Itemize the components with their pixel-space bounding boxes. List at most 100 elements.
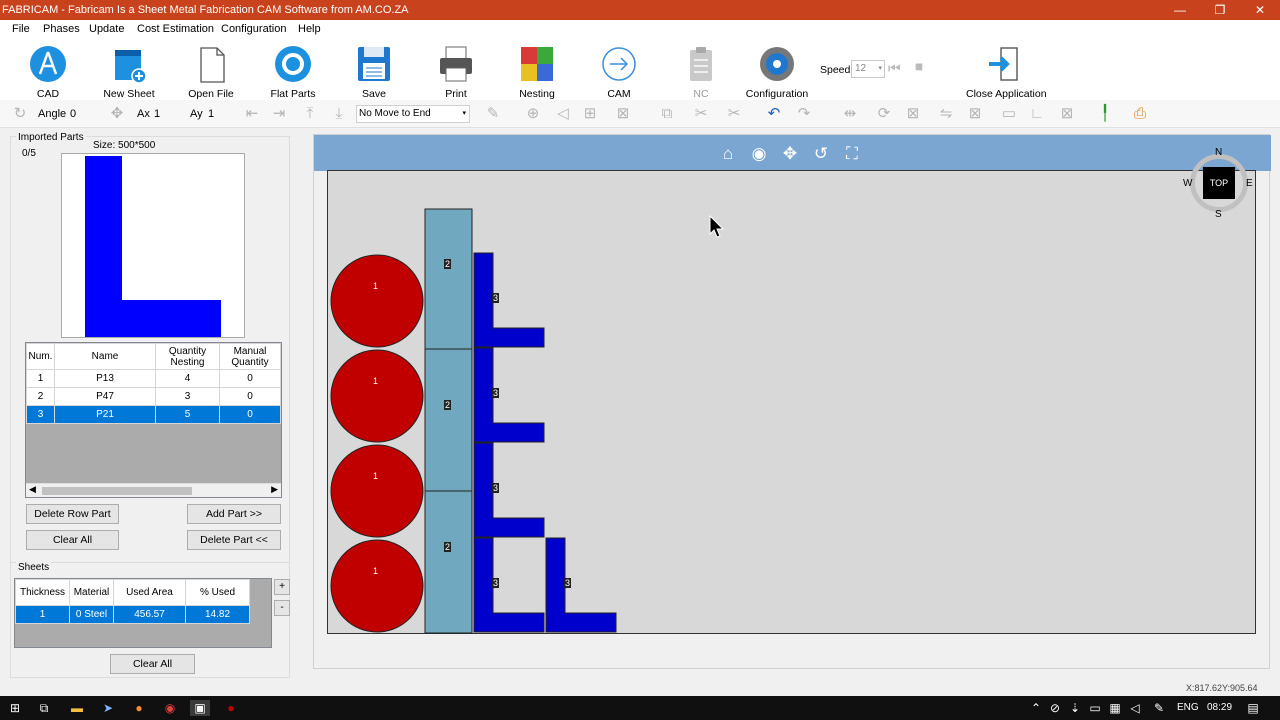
add-sheet-button[interactable]: + (274, 579, 290, 595)
language-indicator[interactable]: ENG (1177, 702, 1199, 713)
tray-up-icon[interactable]: ⌃ (1027, 700, 1045, 716)
cad-button[interactable]: CAD (13, 42, 83, 100)
menu-help[interactable]: Help (298, 23, 321, 35)
export-icon[interactable]: ⎙ (1130, 105, 1150, 123)
add-part-button[interactable]: Add Part >> (187, 504, 281, 524)
color-icon[interactable]: ╿ (1095, 105, 1115, 123)
frame-tool-icon[interactable]: ⊞ (580, 105, 600, 123)
clear-all-parts-button[interactable]: Clear All (26, 530, 119, 550)
undo-icon[interactable]: ↶ (764, 105, 784, 123)
menu-update[interactable]: Update (89, 23, 124, 35)
redo-icon[interactable]: ↷ (794, 105, 814, 123)
file-explorer-icon[interactable]: ▬ (68, 700, 86, 716)
scissors-icon[interactable]: ✂ (691, 105, 711, 123)
windows-start-icon[interactable]: ⊞ (6, 700, 24, 716)
remove-sheet-button[interactable]: - (274, 600, 290, 616)
scroll-thumb[interactable] (42, 487, 192, 495)
close-window-button[interactable]: ✕ (1240, 0, 1280, 20)
view-cube[interactable]: TOP N S E W (1183, 147, 1253, 220)
stop-icon[interactable]: ⏹ (915, 59, 923, 77)
app-icon[interactable]: ➤ (99, 700, 117, 716)
cut-tool-icon[interactable]: ✂ (724, 105, 744, 123)
tray-usb-icon[interactable]: ⇣ (1066, 700, 1084, 716)
sheet-row[interactable]: 10 Steel 456.57 14.82 (15, 605, 250, 624)
nc-cancel-icon[interactable]: ⊠ (613, 105, 633, 123)
mirror-icon[interactable]: ⇋ (936, 105, 956, 123)
clear-all-sheets-button[interactable]: Clear All (110, 654, 195, 674)
delete-row-part-button[interactable]: Delete Row Part (26, 504, 119, 524)
shape-tool-icon[interactable]: ◁ (553, 105, 573, 123)
horizontal-scrollbar[interactable]: ◀ ▶ (26, 483, 281, 497)
rectangle-icon[interactable]: ▭ (999, 105, 1019, 123)
arrow-down-icon[interactable]: ⤓ (329, 105, 349, 123)
add-circle-icon[interactable]: ⊕ (523, 105, 543, 123)
arrow-up-icon[interactable]: ⤒ (300, 105, 320, 123)
close-application-button[interactable]: Close Application (966, 42, 1047, 100)
recorder-icon[interactable]: ● (222, 700, 240, 716)
part-label: 2 (444, 400, 452, 410)
ax-input[interactable]: 1 (154, 108, 160, 120)
firefox-icon[interactable]: ● (130, 700, 148, 716)
window-title: FABRICAM - Fabricam Is a Sheet Metal Fab… (2, 4, 409, 16)
nesting-button[interactable]: Nesting (502, 42, 572, 100)
clock[interactable]: 08:29 (1207, 702, 1232, 713)
view-cube-top[interactable]: TOP (1203, 167, 1235, 199)
align-icon[interactable]: ⇹ (840, 105, 860, 123)
orbit-icon[interactable]: ◉ (748, 143, 770, 165)
skip-to-start-icon[interactable]: ⏮ (888, 60, 901, 77)
fullscreen-icon[interactable]: ⛶ (841, 143, 863, 165)
table-row-selected[interactable]: 3 P21 5 0 (26, 405, 281, 424)
rotate-icon[interactable]: ↻ (10, 105, 30, 123)
menu-bar: File Phases Update Cost Estimation Confi… (0, 20, 1280, 38)
arrow-right-icon[interactable]: ⇥ (269, 105, 289, 123)
network-icon[interactable]: ▦ (1106, 700, 1124, 716)
minimize-button[interactable]: — (1160, 0, 1200, 20)
angle-input[interactable]: 0 (70, 108, 76, 120)
menu-configuration[interactable]: Configuration (221, 23, 286, 35)
reset-rotate-icon[interactable]: ↺ (810, 143, 832, 165)
task-view-icon[interactable]: ⧉ (35, 700, 53, 716)
notifications-icon[interactable]: ▤ (1244, 700, 1262, 716)
maximize-button[interactable]: ❐ (1200, 0, 1240, 20)
rectangle-parts (424, 208, 473, 634)
home-icon[interactable]: ⌂ (717, 143, 739, 165)
cam-button[interactable]: CAM (584, 42, 654, 100)
new-sheet-button[interactable]: New Sheet (94, 42, 164, 100)
volume-icon[interactable]: ◁ (1126, 700, 1144, 716)
delete-part-button[interactable]: Delete Part << (187, 530, 281, 550)
move-icon[interactable]: ✥ (107, 105, 127, 123)
pencil-icon[interactable]: ✎ (483, 105, 503, 123)
clear-box-icon[interactable]: ⊠ (1057, 105, 1077, 123)
move-mode-select[interactable]: No Move to End ▾ (356, 105, 470, 123)
save-button[interactable]: Save (339, 42, 409, 100)
chrome-icon[interactable]: ◉ (161, 700, 179, 716)
pen-icon[interactable]: ✎ (1150, 700, 1168, 716)
print-button[interactable]: Print (421, 42, 491, 100)
menu-cost-estimation[interactable]: Cost Estimation (137, 23, 214, 35)
menu-file[interactable]: File (12, 23, 30, 35)
open-file-button[interactable]: Open File (176, 42, 246, 100)
arrow-left-icon[interactable]: ⇤ (242, 105, 262, 123)
part-label: 1 (373, 471, 379, 481)
rotate-part-icon[interactable]: ⟳ (874, 105, 894, 123)
configuration-button[interactable]: Configuration (742, 42, 812, 100)
corner-icon[interactable]: ∟ (1027, 105, 1047, 123)
flat-parts-button[interactable]: Flat Parts (258, 42, 328, 100)
scroll-left-icon[interactable]: ◀ (29, 484, 36, 495)
menu-phases[interactable]: Phases (43, 23, 80, 35)
scroll-right-icon[interactable]: ▶ (271, 484, 278, 495)
distribute-icon[interactable]: ⊠ (965, 105, 985, 123)
speed-input[interactable]: 12 ▾ (851, 60, 885, 78)
tray-icon[interactable]: ⊘ (1046, 700, 1064, 716)
col-thickness: Thickness (15, 579, 70, 606)
sheet-canvas[interactable]: 1 1 1 1 2 2 2 3 3 3 3 3 (327, 170, 1256, 634)
table-row[interactable]: 1 P13 4 0 (26, 369, 281, 388)
table-row[interactable]: 2 P47 3 0 (26, 387, 281, 406)
delete-cross-icon[interactable]: ⊠ (903, 105, 923, 123)
nc-button[interactable]: NC (666, 42, 736, 100)
fabricam-taskbar-icon[interactable]: ▣ (190, 700, 210, 716)
battery-icon[interactable]: ▭ (1086, 700, 1104, 716)
ay-input[interactable]: 1 (208, 108, 214, 120)
copy-tool-icon[interactable]: ⧉ (657, 105, 677, 123)
pan-icon[interactable]: ✥ (779, 143, 801, 165)
